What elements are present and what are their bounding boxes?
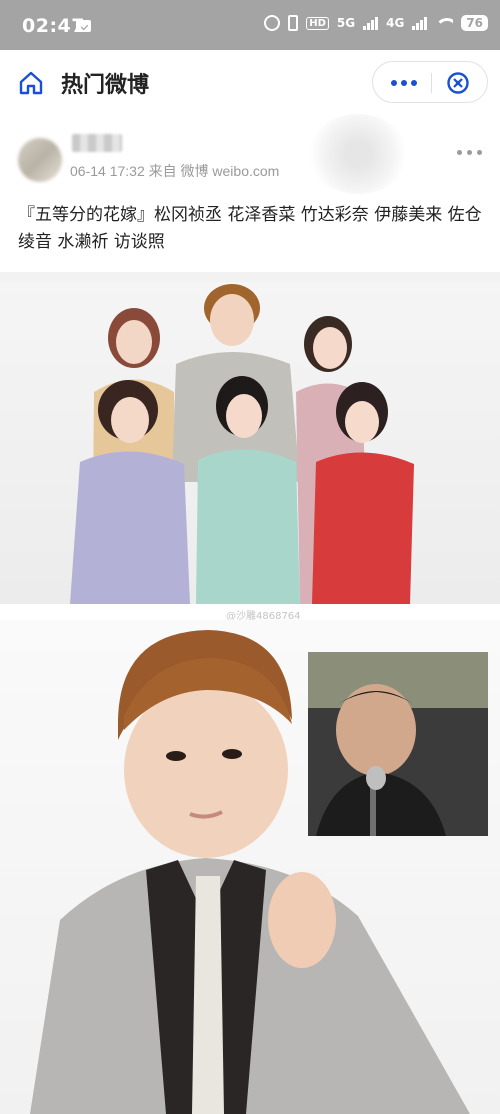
network-4g-label: 4G xyxy=(386,16,405,30)
blurred-username[interactable] xyxy=(72,134,122,152)
more-dots-icon[interactable] xyxy=(391,80,417,86)
home-icon[interactable] xyxy=(18,70,44,96)
signal-icon xyxy=(363,16,379,30)
portrait-photo[interactable] xyxy=(0,620,500,1114)
post-meta: 06-14 17:32 来自 微博 weibo.com xyxy=(70,163,280,179)
blurred-region xyxy=(308,114,408,194)
signal-icon-2 xyxy=(412,16,428,30)
capsule-divider xyxy=(431,73,432,93)
post-text: 『五等分的花嫁』松冈祯丞 花泽香菜 竹达彩奈 伊藤美来 佐仓绫音 水濑祈 访谈照 xyxy=(18,205,482,252)
hd-badge: HD xyxy=(306,16,329,30)
post-more-icon[interactable] xyxy=(457,150,482,155)
close-circle-icon[interactable] xyxy=(446,71,470,95)
vibrate-icon xyxy=(288,15,299,31)
network-5g-label: 5G xyxy=(336,16,356,30)
status-bar: 02:47 HD 5G 4G 76 xyxy=(0,0,500,50)
message-icon xyxy=(76,20,91,32)
battery-level: 76 xyxy=(461,15,488,31)
page-header: 热门微博 xyxy=(0,50,500,114)
alarm-icon xyxy=(264,15,281,31)
group-photo[interactable] xyxy=(0,282,500,604)
section-divider xyxy=(0,272,500,282)
avatar[interactable] xyxy=(18,138,62,182)
status-icons: HD 5G 4G 76 xyxy=(264,15,488,31)
wifi-icon xyxy=(435,16,454,30)
weibo-post: 06-14 17:32 来自 微博 weibo.com 『五等分的花嫁』松冈祯丞… xyxy=(0,114,500,272)
page-title: 热门微博 xyxy=(61,73,150,98)
mini-program-capsule xyxy=(372,61,488,103)
